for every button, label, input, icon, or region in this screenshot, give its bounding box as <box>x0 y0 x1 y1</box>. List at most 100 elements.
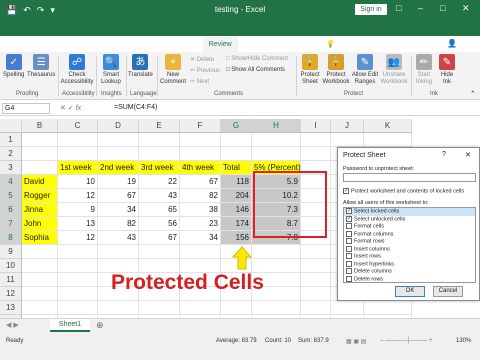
formula-input[interactable]: =SUM(C4:F4) <box>114 104 157 111</box>
grid-cell[interactable] <box>58 287 98 301</box>
value-cell[interactable]: 56 <box>139 217 180 231</box>
grid-cell[interactable] <box>252 301 301 315</box>
name-cell[interactable]: John <box>22 217 58 231</box>
checkbox-icon[interactable] <box>346 238 352 244</box>
previous-comment-button[interactable]: ⇦ Previous <box>190 67 220 74</box>
row-header-5[interactable]: 5 <box>0 189 22 203</box>
sign-in-button[interactable]: Sign in <box>355 4 387 15</box>
grid-cell[interactable] <box>22 287 58 301</box>
dialog-close-button[interactable]: ✕ <box>465 151 471 159</box>
spelling-button[interactable]: ✓ Spelling <box>3 54 24 79</box>
value-cell[interactable]: 43 <box>98 231 139 245</box>
grid-cell[interactable] <box>221 301 252 315</box>
row-header-9[interactable]: 9 <box>0 245 22 259</box>
grid-cell[interactable] <box>180 147 221 161</box>
value-cell[interactable]: 22 <box>139 175 180 189</box>
grid-cell[interactable] <box>22 133 58 147</box>
protected-value-cell[interactable]: 118 <box>221 175 252 189</box>
grid-cell[interactable] <box>58 245 98 259</box>
show-hide-comment-button[interactable]: □ Show/Hide Comment <box>226 56 288 62</box>
tell-me-search[interactable]: 💡 Tell me what you want to do <box>326 40 423 48</box>
value-cell[interactable]: 43 <box>139 189 180 203</box>
grid-cell[interactable] <box>180 245 221 259</box>
value-cell[interactable]: 34 <box>180 231 221 245</box>
grid-cell[interactable] <box>139 147 180 161</box>
value-cell[interactable]: 13 <box>58 217 98 231</box>
permissions-list[interactable]: ✓ Select locked cells ✓ Select unlocked cel… <box>343 207 476 283</box>
grid-cell[interactable] <box>58 301 98 315</box>
grid-cell[interactable] <box>301 287 331 301</box>
row-header-7[interactable]: 7 <box>0 217 22 231</box>
translate-button[interactable]: あ Translate <box>128 54 153 79</box>
row-header-10[interactable]: 10 <box>0 259 22 273</box>
permission-option[interactable]: Format columns <box>344 230 475 239</box>
row-header-4[interactable]: 4 <box>0 175 22 189</box>
protected-value-cell[interactable]: 156 <box>221 231 252 245</box>
delete-comment-button[interactable]: ✕ Delete <box>190 56 214 63</box>
grid-cell[interactable] <box>22 161 58 175</box>
start-inking-button[interactable]: ✏ Start Inking <box>413 54 435 86</box>
password-input[interactable] <box>343 173 476 182</box>
value-cell[interactable]: 34 <box>98 203 139 217</box>
grid-cell[interactable] <box>22 273 58 287</box>
value-cell[interactable]: 12 <box>58 231 98 245</box>
tab-data[interactable]: Data <box>176 37 203 52</box>
permission-option[interactable]: Format cells <box>344 223 475 231</box>
row-header-11[interactable]: 11 <box>0 273 22 287</box>
row-header-2[interactable]: 2 <box>0 147 22 161</box>
row-header-3[interactable]: 3 <box>0 161 22 175</box>
protect-workbook-button[interactable]: 🔒 Protect Workbook <box>322 54 350 86</box>
formula-buttons[interactable]: ✕ ✓ fx <box>60 104 81 112</box>
header-cell[interactable]: 1st week <box>58 161 98 175</box>
name-cell[interactable]: David <box>22 175 58 189</box>
unshare-workbook-button[interactable]: 👥 Unshare Workbook <box>380 54 408 86</box>
column-header-c[interactable]: C <box>58 119 98 133</box>
thesaurus-button[interactable]: ☰ Thesaurus <box>27 54 55 79</box>
row-header-1[interactable]: 1 <box>0 133 22 147</box>
column-header-i[interactable]: I <box>301 119 331 133</box>
header-cell[interactable]: 2nd week <box>98 161 139 175</box>
grid-cell[interactable] <box>98 301 139 315</box>
name-cell[interactable]: Jinna <box>22 203 58 217</box>
row-header-8[interactable]: 8 <box>0 231 22 245</box>
ribbon-display-icon[interactable]: □ <box>396 3 401 13</box>
tab-formulas[interactable]: Formulas <box>135 37 176 52</box>
value-cell[interactable]: 38 <box>180 203 221 217</box>
grid-cell[interactable] <box>301 245 331 259</box>
show-all-comments-button[interactable]: □ Show All Comments <box>226 67 285 73</box>
grid-cell[interactable] <box>301 259 331 273</box>
protected-value-cell[interactable]: 146 <box>221 203 252 217</box>
grid-cell[interactable] <box>221 133 252 147</box>
column-header-g[interactable]: G <box>221 119 252 133</box>
grid-cell[interactable] <box>22 259 58 273</box>
checkbox-icon[interactable] <box>346 223 352 229</box>
grid-cell[interactable] <box>301 147 331 161</box>
grid-cell[interactable] <box>301 133 331 147</box>
column-header-j[interactable]: J <box>331 119 364 133</box>
value-cell[interactable]: 10 <box>58 175 98 189</box>
checkbox-icon[interactable]: ✓ <box>346 215 352 222</box>
checkbox-icon[interactable] <box>346 275 352 282</box>
value-cell[interactable]: 9 <box>58 203 98 217</box>
grid-cell[interactable] <box>139 301 180 315</box>
grid-cell[interactable] <box>58 259 98 273</box>
column-header-e[interactable]: E <box>139 119 180 133</box>
minimize-icon[interactable]: – <box>418 3 423 13</box>
name-box[interactable]: G4 <box>2 103 50 114</box>
grid-cell[interactable] <box>139 245 180 259</box>
permission-option[interactable]: Format rows <box>344 238 475 246</box>
checkbox-icon[interactable]: ✓ <box>346 208 352 214</box>
row-header-12[interactable]: 12 <box>0 287 22 301</box>
grid-cell[interactable] <box>58 147 98 161</box>
grid-cell[interactable] <box>331 133 364 147</box>
column-header-f[interactable]: F <box>180 119 221 133</box>
grid-cell[interactable] <box>98 133 139 147</box>
grid-cell[interactable] <box>364 301 412 315</box>
tab-home[interactable]: Home <box>23 37 54 52</box>
allow-edit-ranges-button[interactable]: ✎ Allow Edit Ranges <box>351 54 379 86</box>
grid-cell[interactable] <box>98 245 139 259</box>
select-all-corner[interactable] <box>0 119 22 133</box>
header-cell[interactable]: 3rd week <box>139 161 180 175</box>
permission-option[interactable]: Delete rows <box>344 275 475 283</box>
tab-file[interactable]: File <box>0 37 23 52</box>
